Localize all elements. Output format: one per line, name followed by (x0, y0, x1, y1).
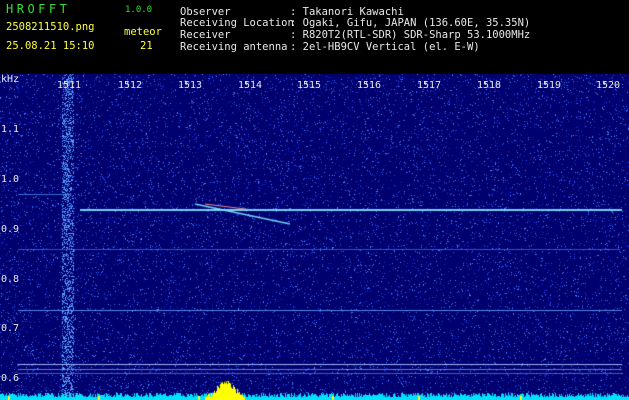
x-tick-1513: 1513 (178, 80, 203, 91)
x-tick-1511: 1511 (57, 80, 82, 91)
x-tick-1512: 1512 (118, 80, 143, 91)
info-key-location: Receiving Location (180, 17, 294, 29)
counter-value: 21 (140, 40, 153, 52)
info-value-location: : Ogaki, Gifu, JAPAN (136.60E, 35.35N) (290, 17, 531, 29)
x-tick-1517: 1517 (417, 80, 442, 91)
info-key-receiver: Receiver (180, 29, 231, 41)
file-name: 2508211510.png (6, 21, 95, 33)
app-name: HROFFT (6, 2, 71, 16)
counter-label: meteor (124, 26, 162, 38)
y-tick-0-7: 0.7 (1, 323, 20, 334)
y-tick-0-6: 0.6 (1, 373, 20, 384)
capture-datetime: 25.08.21 15:10 (6, 40, 95, 52)
y-tick-1-0: 1.0 (1, 174, 20, 185)
y-axis-unit: kHz (1, 74, 20, 85)
x-tick-1519: 1519 (537, 80, 562, 91)
y-tick-1-1: 1.1 (1, 124, 20, 135)
info-key-antenna: Receiving antenna (180, 41, 288, 53)
info-value-antenna: : 2el-HB9CV Vertical (el. E-W) (290, 41, 480, 53)
y-tick-0-8: 0.8 (1, 274, 20, 285)
x-tick-1516: 1516 (357, 80, 382, 91)
spectrogram-canvas (0, 74, 629, 400)
x-tick-1518: 1518 (477, 80, 502, 91)
y-tick-0-9: 0.9 (1, 224, 20, 235)
x-tick-1515: 1515 (297, 80, 322, 91)
header-panel: HROFFT 1.0.0 2508211510.png 25.08.21 15:… (0, 0, 629, 74)
app-version: 1.0.0 (125, 5, 153, 15)
x-tick-1514: 1514 (238, 80, 263, 91)
x-tick-1520: 1520 (596, 80, 621, 91)
info-value-receiver: : R820T2(RTL-SDR) SDR-Sharp 53.1000MHz (290, 29, 531, 41)
